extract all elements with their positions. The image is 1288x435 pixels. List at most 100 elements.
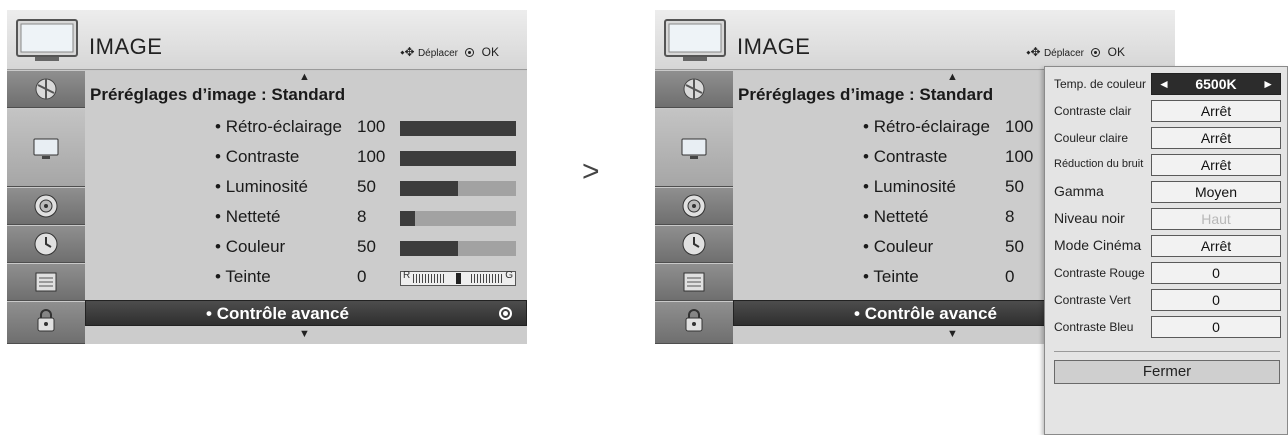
popup-row-color-temperature[interactable]: Temp. de couleur ◄ 6500K ►: [1045, 71, 1288, 97]
menu-title: IMAGE: [89, 34, 163, 59]
ok-button-icon: [465, 48, 475, 57]
menu-content: ▲ Préréglages d’image : Standard Rétro-é…: [85, 71, 527, 344]
sidebar-item-audio[interactable]: [655, 188, 733, 225]
setting-label: Luminosité: [863, 177, 956, 197]
sidebar-item-image[interactable]: [655, 109, 733, 187]
popup-value[interactable]: Arrêt: [1151, 235, 1281, 257]
close-button[interactable]: Fermer: [1054, 360, 1280, 384]
picture-icon: [35, 78, 57, 100]
popup-label: Niveau noir: [1054, 210, 1125, 226]
setting-value: 8: [357, 207, 367, 226]
popup-divider: [1054, 351, 1280, 352]
popup-row-cinema-mode[interactable]: Mode Cinéma Arrêt: [1045, 233, 1288, 259]
level-bar-fill: [400, 241, 458, 256]
arrow-right-icon[interactable]: ►: [1262, 74, 1274, 94]
step-separator: >: [582, 155, 600, 188]
popup-label: Gamma: [1054, 183, 1104, 199]
sidebar-item-lock[interactable]: [7, 302, 85, 344]
scroll-up-icon[interactable]: ▲: [299, 71, 310, 83]
sidebar-item-option[interactable]: [7, 264, 85, 301]
scroll-up-icon[interactable]: ▲: [947, 71, 958, 83]
setting-row-color[interactable]: Couleur 50: [85, 235, 527, 259]
popup-row-noise-reduction[interactable]: Réduction du bruit Arrêt: [1045, 152, 1288, 178]
popup-label: Temp. de couleur: [1054, 77, 1147, 91]
popup-row-blue-contrast[interactable]: Contraste Bleu 0: [1045, 314, 1288, 340]
setting-row-contrast[interactable]: Contraste 100: [85, 145, 527, 169]
header-hint: ⬩✥ Déplacer OK: [400, 45, 499, 60]
tint-ticks: [413, 274, 445, 283]
popup-label: Contraste Rouge: [1054, 266, 1145, 280]
scroll-down-icon[interactable]: ▼: [947, 328, 958, 340]
arrow-left-icon[interactable]: ◄: [1158, 74, 1170, 94]
sidebar-item-picture[interactable]: [655, 71, 733, 108]
popup-value[interactable]: Arrêt: [1151, 127, 1281, 149]
picture-preset-label[interactable]: Préréglages d’image : Standard: [90, 85, 345, 105]
clock-icon: [34, 232, 58, 256]
setting-row-tint[interactable]: Teinte 0 R G: [85, 265, 527, 289]
level-bar: [400, 241, 516, 256]
setting-label: Contraste: [215, 147, 300, 167]
tint-green-label: G: [505, 270, 513, 281]
tint-knob[interactable]: [456, 273, 461, 284]
level-bar-fill: [400, 181, 458, 196]
level-bar-fill: [400, 151, 516, 166]
setting-label: Luminosité: [215, 177, 308, 197]
lock-icon: [37, 309, 55, 332]
move-arrows-icon: ⬩✥: [400, 45, 415, 59]
popup-value[interactable]: 0: [1151, 262, 1281, 284]
setting-value: 50: [1005, 177, 1024, 196]
level-bar: [400, 151, 516, 166]
option-icon: [35, 272, 57, 292]
popup-row-red-contrast[interactable]: Contraste Rouge 0: [1045, 260, 1288, 286]
level-bar-fill: [400, 211, 416, 226]
setting-row-backlight[interactable]: Rétro-éclairage 100: [85, 115, 527, 139]
popup-row-gamma[interactable]: Gamma Moyen: [1045, 179, 1288, 205]
setting-label: Teinte: [863, 267, 918, 287]
sidebar-item-time[interactable]: [7, 226, 85, 263]
level-bar: [400, 121, 516, 136]
move-arrows-icon: ⬩✥: [1026, 45, 1041, 59]
level-bar: [400, 211, 516, 226]
popup-row-dynamic-color[interactable]: Couleur claire Arrêt: [1045, 125, 1288, 151]
sidebar-item-lock[interactable]: [655, 302, 733, 344]
tint-slider[interactable]: R G: [400, 270, 516, 286]
popup-value[interactable]: Arrêt: [1151, 154, 1281, 176]
advanced-control-item[interactable]: Contrôle avancé: [85, 300, 527, 326]
popup-row-dynamic-contrast[interactable]: Contraste clair Arrêt: [1045, 98, 1288, 124]
sidebar-item-option[interactable]: [655, 264, 733, 301]
popup-value: Haut: [1151, 208, 1281, 230]
popup-value[interactable]: 0: [1151, 316, 1281, 338]
picture-preset-label[interactable]: Préréglages d’image : Standard: [738, 85, 993, 105]
popup-value[interactable]: Arrêt: [1151, 100, 1281, 122]
setting-label: Couleur: [863, 237, 934, 257]
setting-row-sharpness[interactable]: Netteté 8: [85, 205, 527, 229]
category-sidebar: [7, 71, 85, 344]
tint-ticks: [471, 274, 503, 283]
setting-value: 50: [1005, 237, 1024, 256]
menu-title: IMAGE: [737, 34, 811, 59]
hint-move-label: Déplacer: [417, 48, 458, 59]
ok-icon: [499, 307, 512, 320]
setting-value: 100: [357, 147, 386, 166]
hint-ok-label: OK: [1107, 45, 1125, 59]
popup-label: Réduction du bruit: [1054, 158, 1144, 170]
popup-label: Contraste Vert: [1054, 293, 1131, 307]
popup-value[interactable]: Moyen: [1151, 181, 1281, 203]
color-temperature-selector[interactable]: ◄ 6500K ►: [1151, 73, 1281, 95]
popup-value[interactable]: 0: [1151, 289, 1281, 311]
hint-move-label: Déplacer: [1043, 48, 1084, 59]
popup-value: 6500K: [1195, 76, 1237, 92]
popup-row-green-contrast[interactable]: Contraste Vert 0: [1045, 287, 1288, 313]
sidebar-item-image[interactable]: [7, 109, 85, 187]
image-menu-panel: IMAGE ⬩✥ Déplacer OK ▲ Préréglages d’ima…: [7, 10, 527, 344]
sidebar-item-audio[interactable]: [7, 188, 85, 225]
setting-value: 100: [1005, 117, 1034, 136]
setting-label: Rétro-éclairage: [863, 117, 990, 137]
setting-label: Netteté: [215, 207, 281, 227]
sidebar-item-picture[interactable]: [7, 71, 85, 108]
setting-row-brightness[interactable]: Luminosité 50: [85, 175, 527, 199]
setting-label: Contraste: [863, 147, 948, 167]
scroll-down-icon[interactable]: ▼: [299, 328, 310, 340]
sidebar-item-time[interactable]: [655, 226, 733, 263]
lock-icon: [685, 309, 703, 332]
